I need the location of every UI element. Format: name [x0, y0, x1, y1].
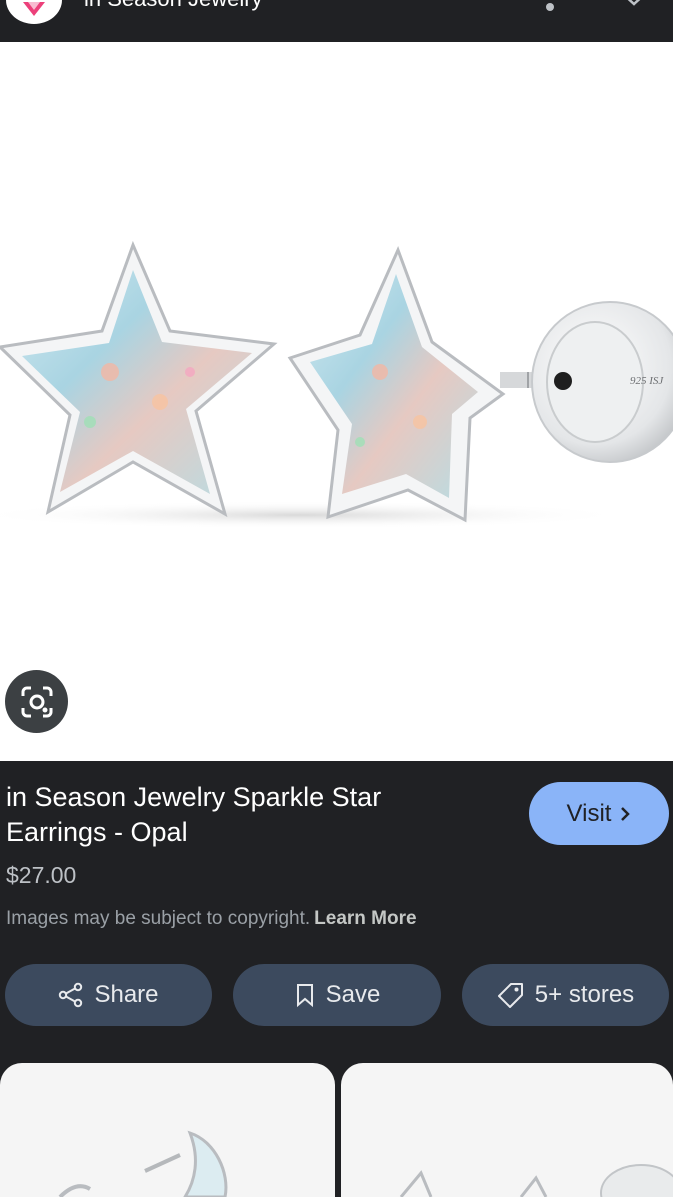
- related-image-card[interactable]: [0, 1063, 335, 1197]
- close-icon[interactable]: [619, 0, 649, 14]
- save-label: Save: [325, 981, 381, 1008]
- stores-label: 5+ stores: [534, 981, 635, 1008]
- tag-icon: [497, 983, 523, 1008]
- share-label: Share: [94, 981, 159, 1008]
- visit-label: Visit: [566, 799, 612, 827]
- learn-more-link[interactable]: Learn More: [314, 908, 416, 929]
- product-image[interactable]: 925 ISJ: [0, 42, 673, 761]
- star-earring-image: [399, 1164, 673, 1197]
- moon-earring-image: [58, 1130, 228, 1197]
- top-bar: in Season Jewelry: [0, 0, 673, 42]
- copyright-notice: Images may be subject to copyright. Learn…: [6, 908, 417, 930]
- related-image-card[interactable]: [341, 1063, 673, 1197]
- product-title[interactable]: in Season Jewelry Sparkle Star Earrings …: [6, 780, 476, 850]
- site-name[interactable]: in Season Jewelry: [84, 0, 263, 12]
- stores-button[interactable]: 5+ stores: [462, 964, 669, 1026]
- more-vert-icon[interactable]: [540, 0, 560, 14]
- google-lens-button[interactable]: [5, 670, 68, 733]
- site-logo[interactable]: [6, 0, 62, 24]
- visit-button[interactable]: Visit: [529, 782, 669, 845]
- star-earrings-image: 925 ISJ: [0, 240, 673, 529]
- google-lens-icon: [21, 686, 52, 717]
- engraving-text: 925 ISJ: [630, 375, 664, 387]
- share-button[interactable]: Share: [5, 964, 212, 1026]
- bookmark-icon: [296, 984, 313, 1008]
- chevron-right-icon: [621, 806, 631, 821]
- diamond-logo-icon: [23, 2, 45, 16]
- save-button[interactable]: Save: [233, 964, 441, 1026]
- copyright-text: Images may be subject to copyright.: [6, 908, 311, 929]
- product-price: $27.00: [6, 862, 77, 888]
- share-icon: [59, 982, 83, 1008]
